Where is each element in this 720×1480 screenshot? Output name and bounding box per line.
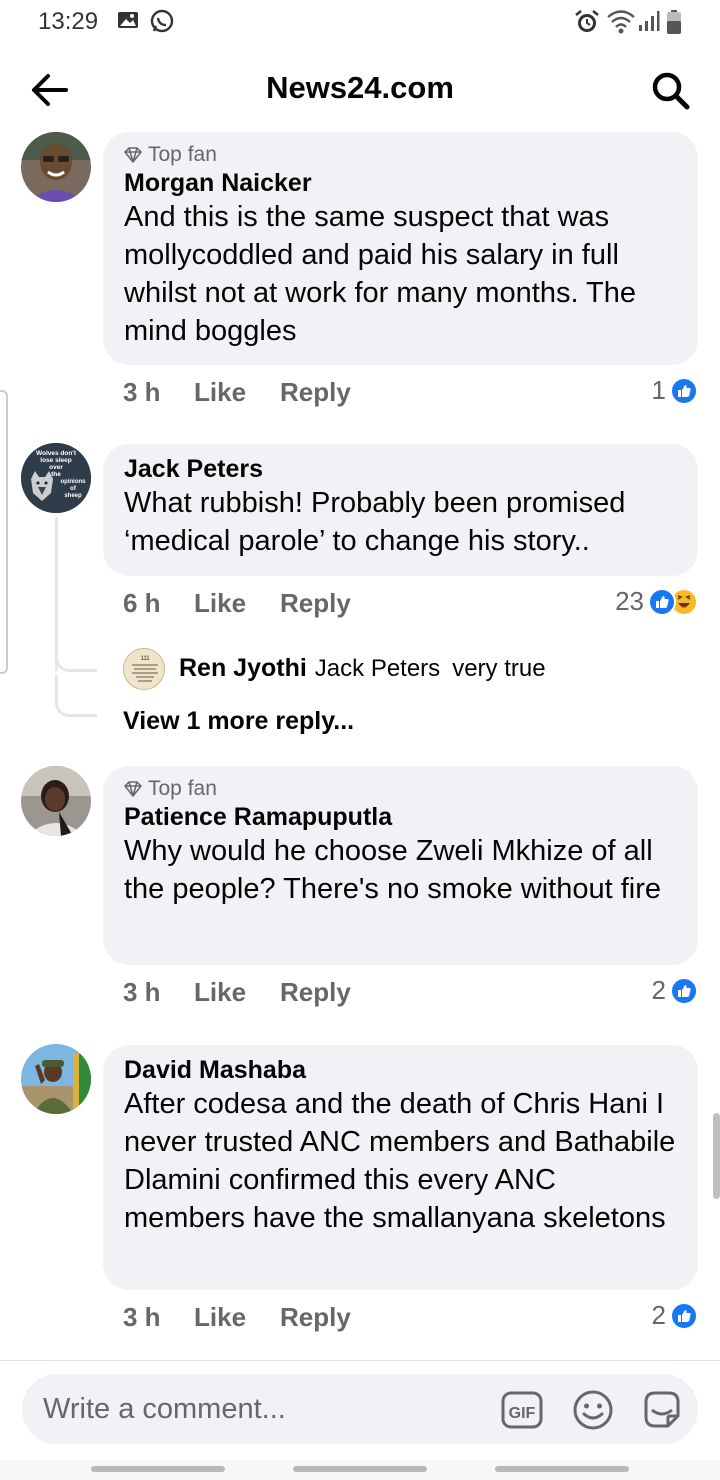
comment-time[interactable]: 3 h: [123, 977, 194, 1008]
comment-bubble: Jack Peters What rubbish! Probably been …: [103, 444, 698, 576]
comment-time[interactable]: 3 h: [123, 377, 194, 408]
comments-list: Top fan Morgan Naicker And this is the s…: [0, 120, 720, 1360]
reaction-summary[interactable]: 2: [652, 1300, 698, 1331]
reaction-count: 2: [651, 1300, 666, 1330]
comment-text: What rubbish! Probably been promised ‘me…: [124, 487, 626, 557]
wifi-icon: [606, 9, 636, 40]
comment-author[interactable]: Jack Peters: [124, 454, 678, 484]
like-button[interactable]: Like: [194, 377, 280, 408]
nav-recents[interactable]: [91, 1466, 225, 1472]
comment-actions: 3 h Like Reply: [123, 377, 351, 408]
scrollbar-thumb[interactable]: [713, 1113, 720, 1199]
thread-branch: [55, 675, 97, 717]
like-reaction-icon: [670, 376, 698, 405]
comment-author[interactable]: Morgan Naicker: [124, 168, 678, 198]
reply-preview[interactable]: Ren Jyothi Jack Peters very true: [179, 654, 546, 683]
comment-input[interactable]: Write a comment... GIF: [22, 1374, 698, 1444]
like-button[interactable]: Like: [194, 588, 280, 619]
avatar[interactable]: [21, 1044, 91, 1114]
diamond-icon: [124, 147, 142, 163]
avatar[interactable]: [21, 132, 91, 202]
sticker-icon[interactable]: [640, 1388, 684, 1432]
comment-author[interactable]: David Mashaba: [124, 1055, 678, 1085]
like-reaction-icon: [670, 976, 698, 1005]
comment-actions: 3 h Like Reply: [123, 977, 351, 1008]
comment-text: After codesa and the death of Chris Hani…: [124, 1088, 676, 1234]
system-nav-bar: [0, 1460, 720, 1480]
reply-author[interactable]: Ren Jyothi: [179, 654, 307, 683]
whatsapp-icon: [149, 9, 175, 40]
reaction-count: 1: [651, 375, 666, 405]
thread-branch: [55, 630, 97, 672]
view-more-replies-link[interactable]: View 1 more reply...: [123, 707, 354, 736]
svg-text:111: 111: [140, 656, 150, 662]
reply-button[interactable]: Reply: [280, 377, 351, 408]
svg-text:sheep: sheep: [64, 493, 82, 499]
edge-panel-handle[interactable]: [0, 390, 8, 674]
reply-mention[interactable]: Jack Peters: [315, 655, 440, 683]
reply-text: very true: [452, 654, 546, 682]
reaction-summary[interactable]: 1: [652, 375, 698, 406]
top-fan-badge: Top fan: [124, 142, 678, 168]
svg-text:lose sleep: lose sleep: [40, 457, 71, 464]
gif-label: GIF: [509, 1405, 536, 1422]
comment-text: Why would he choose Zweli Mkhize of all …: [124, 835, 661, 905]
like-reaction-icon: [670, 1301, 698, 1330]
reply-button[interactable]: Reply: [280, 1302, 351, 1333]
reaction-summary[interactable]: 2: [652, 975, 698, 1006]
top-fan-label: Top fan: [148, 777, 217, 800]
comment-input-placeholder: Write a comment...: [43, 1393, 286, 1425]
diamond-icon: [124, 781, 142, 797]
status-time: 13:29: [38, 8, 99, 35]
nav-back[interactable]: [495, 1466, 629, 1472]
like-button[interactable]: Like: [194, 977, 280, 1008]
nav-home[interactable]: [293, 1466, 427, 1472]
top-fan-label: Top fan: [148, 143, 217, 166]
reaction-count: 2: [651, 975, 666, 1005]
battery-icon: [666, 9, 682, 40]
emoji-icon[interactable]: [571, 1388, 615, 1432]
svg-text:of: of: [70, 486, 77, 492]
reply-button[interactable]: Reply: [280, 588, 351, 619]
page-title: News24.com: [266, 70, 454, 105]
svg-text:Wolves don't: Wolves don't: [36, 450, 77, 457]
reply-button[interactable]: Reply: [280, 977, 351, 1008]
like-reaction-icon: [648, 587, 676, 616]
alarm-icon: [574, 9, 600, 40]
gif-icon[interactable]: GIF: [500, 1388, 544, 1432]
comment-actions: 6 h Like Reply: [123, 588, 351, 619]
comment-text: And this is the same suspect that was mo…: [124, 201, 637, 347]
reaction-summary[interactable]: 23: [615, 586, 698, 617]
comment-bubble: Top fan Patience Ramapuputla Why would h…: [103, 766, 698, 965]
comment-composer: Write a comment... GIF: [0, 1360, 720, 1460]
comment-actions: 3 h Like Reply: [123, 1302, 351, 1333]
comment-bubble: Top fan Morgan Naicker And this is the s…: [103, 132, 698, 365]
svg-text:opinions: opinions: [61, 479, 87, 485]
svg-text:over: over: [49, 464, 63, 471]
comment-bubble: David Mashaba After codesa and the death…: [103, 1045, 698, 1290]
signal-icon: [638, 9, 660, 38]
like-button[interactable]: Like: [194, 1302, 280, 1333]
comment-time[interactable]: 3 h: [123, 1302, 194, 1333]
app-header: News24.com: [0, 60, 720, 120]
comment-time[interactable]: 6 h: [123, 588, 194, 619]
avatar[interactable]: Wolves don't lose sleep over the opinion…: [21, 443, 91, 513]
svg-text:the: the: [51, 471, 61, 478]
top-fan-badge: Top fan: [124, 776, 678, 802]
search-icon[interactable]: [648, 68, 692, 112]
reaction-count: 23: [615, 586, 644, 616]
comment-author[interactable]: Patience Ramapuputla: [124, 802, 678, 832]
avatar[interactable]: [21, 766, 91, 836]
gallery-icon: [117, 9, 139, 36]
status-bar: 13:29: [0, 0, 720, 44]
avatar[interactable]: 111: [123, 648, 165, 690]
